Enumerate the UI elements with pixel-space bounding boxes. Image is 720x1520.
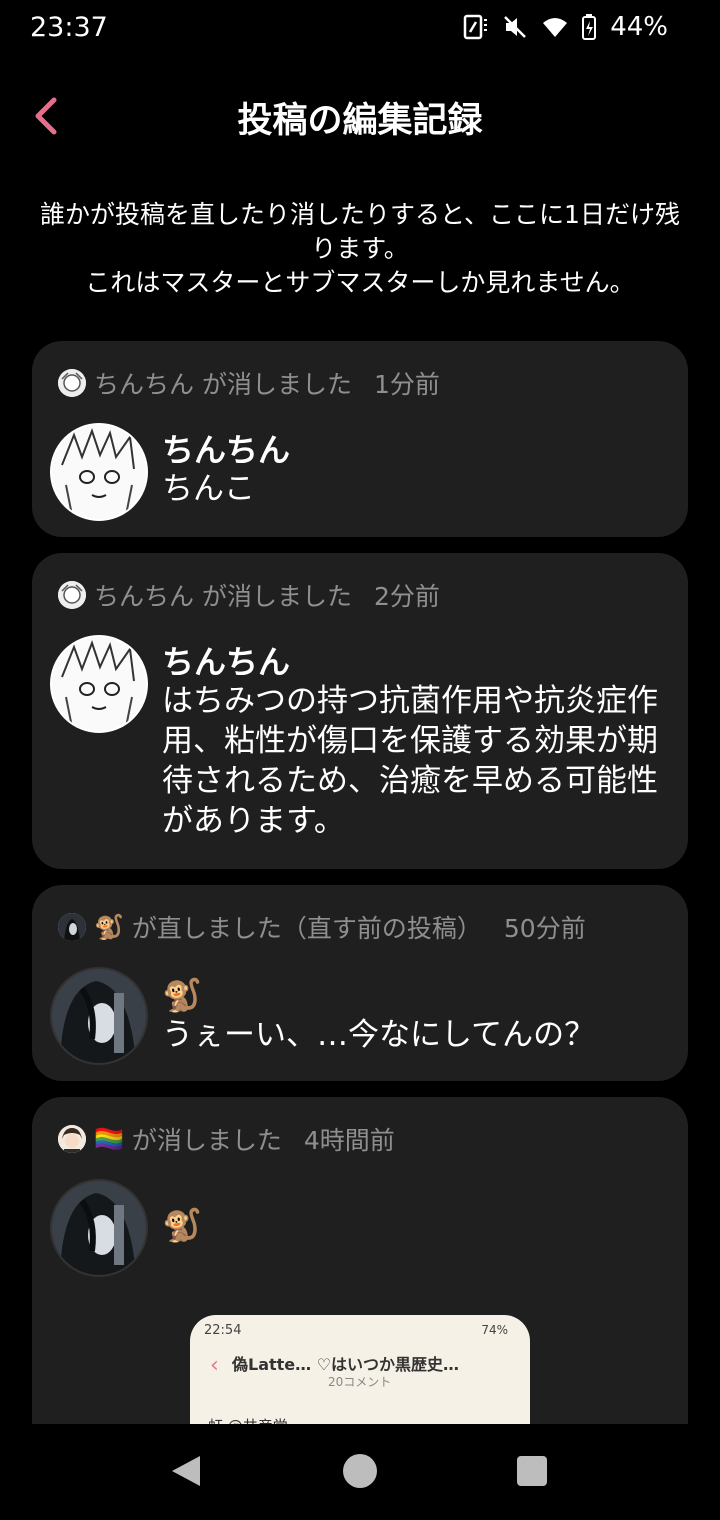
record-meta: ちんちん が消しました 1分前 [58, 365, 440, 401]
description: 誰かが投稿を直したり消したりすると、ここに1日だけ残ります。 これはマスターとサ… [30, 198, 690, 300]
embed-subtitle: 20コメント [328, 1375, 392, 1389]
post-author: ちんちん [162, 643, 291, 681]
actor-avatar [58, 1125, 86, 1153]
avatar [50, 635, 148, 733]
actor-name: ちんちん [94, 582, 195, 611]
record-card[interactable]: 🐒 が直しました（直す前の投稿） 50分前 🐒 うぇーい、…今なにしてんの？ [32, 885, 688, 1081]
record-card[interactable]: ちんちん が消しました 2分前 ちんちん はちみつの持つ抗菌作用や抗炎症作用、粘… [32, 553, 688, 869]
wifi-icon [543, 18, 568, 37]
mute-icon [504, 16, 527, 38]
record-meta: ちんちん が消しました 2分前 [58, 577, 440, 613]
post-content: 🐒 うぇーい、…今なにしてんの？ [162, 975, 660, 1055]
status-bar: 23:37 44% [0, 0, 720, 58]
edit-record-list[interactable]: ちんちん が消しました 1分前 ちんちん ちんこ ちんちん が消しました 2分前… [32, 341, 688, 1424]
embed-status-time: 22:54 [204, 1323, 242, 1338]
post-body: うぇーい、…今なにしてんの？ [162, 1017, 596, 1053]
actor-name: 🐒 [94, 913, 124, 941]
record-card[interactable]: ちんちん が消しました 1分前 ちんちん ちんこ [32, 341, 688, 537]
record-time: 4時間前 [303, 1126, 395, 1155]
embed-chevron-left-icon: ‹ [210, 1353, 219, 1378]
battery-level: 44% [610, 12, 668, 42]
record-meta: 🏳️‍🌈 が消しました 4時間前 [58, 1121, 395, 1157]
actor-avatar [58, 581, 86, 609]
battery-charging-icon [582, 14, 597, 40]
post-content: 🐒 [162, 1205, 660, 1245]
post-author: 🐒 [162, 1206, 202, 1244]
post-body: はちみつの持つ抗菌作用や抗炎症作用、粘性が傷口を保護する効果が期待されるため、治… [162, 683, 658, 839]
page-title: 投稿の編集記録 [237, 101, 483, 141]
post-content: ちんちん ちんこ [162, 431, 660, 509]
actor-avatar [58, 369, 86, 397]
record-action: が直しました（直す前の投稿） [131, 914, 482, 943]
record-time: 50分前 [503, 914, 586, 943]
embed-title: 偽Latte… ♡はいつか黒歴史… [232, 1355, 460, 1374]
record-action: が消しました [202, 582, 353, 611]
avatar [50, 423, 148, 521]
avatar [50, 967, 148, 1065]
status-time: 23:37 [30, 12, 108, 43]
system-nav-bar [0, 1424, 720, 1520]
avatar [50, 1179, 148, 1277]
header: 投稿の編集記録 [0, 80, 720, 150]
post-author: ちんちん [162, 431, 291, 469]
status-icons: 44% [462, 12, 668, 42]
description-line-2: これはマスターとサブマスターしか見れません。 [85, 268, 635, 297]
actor-name: ちんちん [94, 370, 195, 399]
nav-home-icon[interactable] [343, 1454, 377, 1488]
record-time: 2分前 [374, 582, 440, 611]
record-time: 1分前 [374, 370, 440, 399]
embed-battery: 74% [481, 1323, 508, 1337]
description-line-1: 誰かが投稿を直したり消したりすると、ここに1日だけ残ります。 [40, 200, 680, 263]
actor-avatar [58, 913, 86, 941]
record-action: が消しました [202, 370, 353, 399]
post-body: ちんこ [162, 471, 255, 507]
actor-name: 🏳️‍🌈 [94, 1125, 124, 1153]
nav-recents-icon[interactable] [517, 1456, 547, 1486]
record-meta: 🐒 が直しました（直す前の投稿） 50分前 [58, 909, 586, 945]
nfc-icon [463, 14, 488, 40]
nav-back-icon[interactable] [170, 1454, 202, 1488]
embed-row: 虹 @共産党 [208, 1415, 288, 1424]
attached-screenshot[interactable]: 22:54 74% ‹ 偽Latte… ♡はいつか黒歴史… 20コメント 虹 @… [190, 1315, 530, 1424]
record-action: が消しました [131, 1126, 282, 1155]
post-content: ちんちん はちみつの持つ抗菌作用や抗炎症作用、粘性が傷口を保護する効果が期待され… [162, 643, 660, 841]
post-author: 🐒 [162, 976, 202, 1014]
